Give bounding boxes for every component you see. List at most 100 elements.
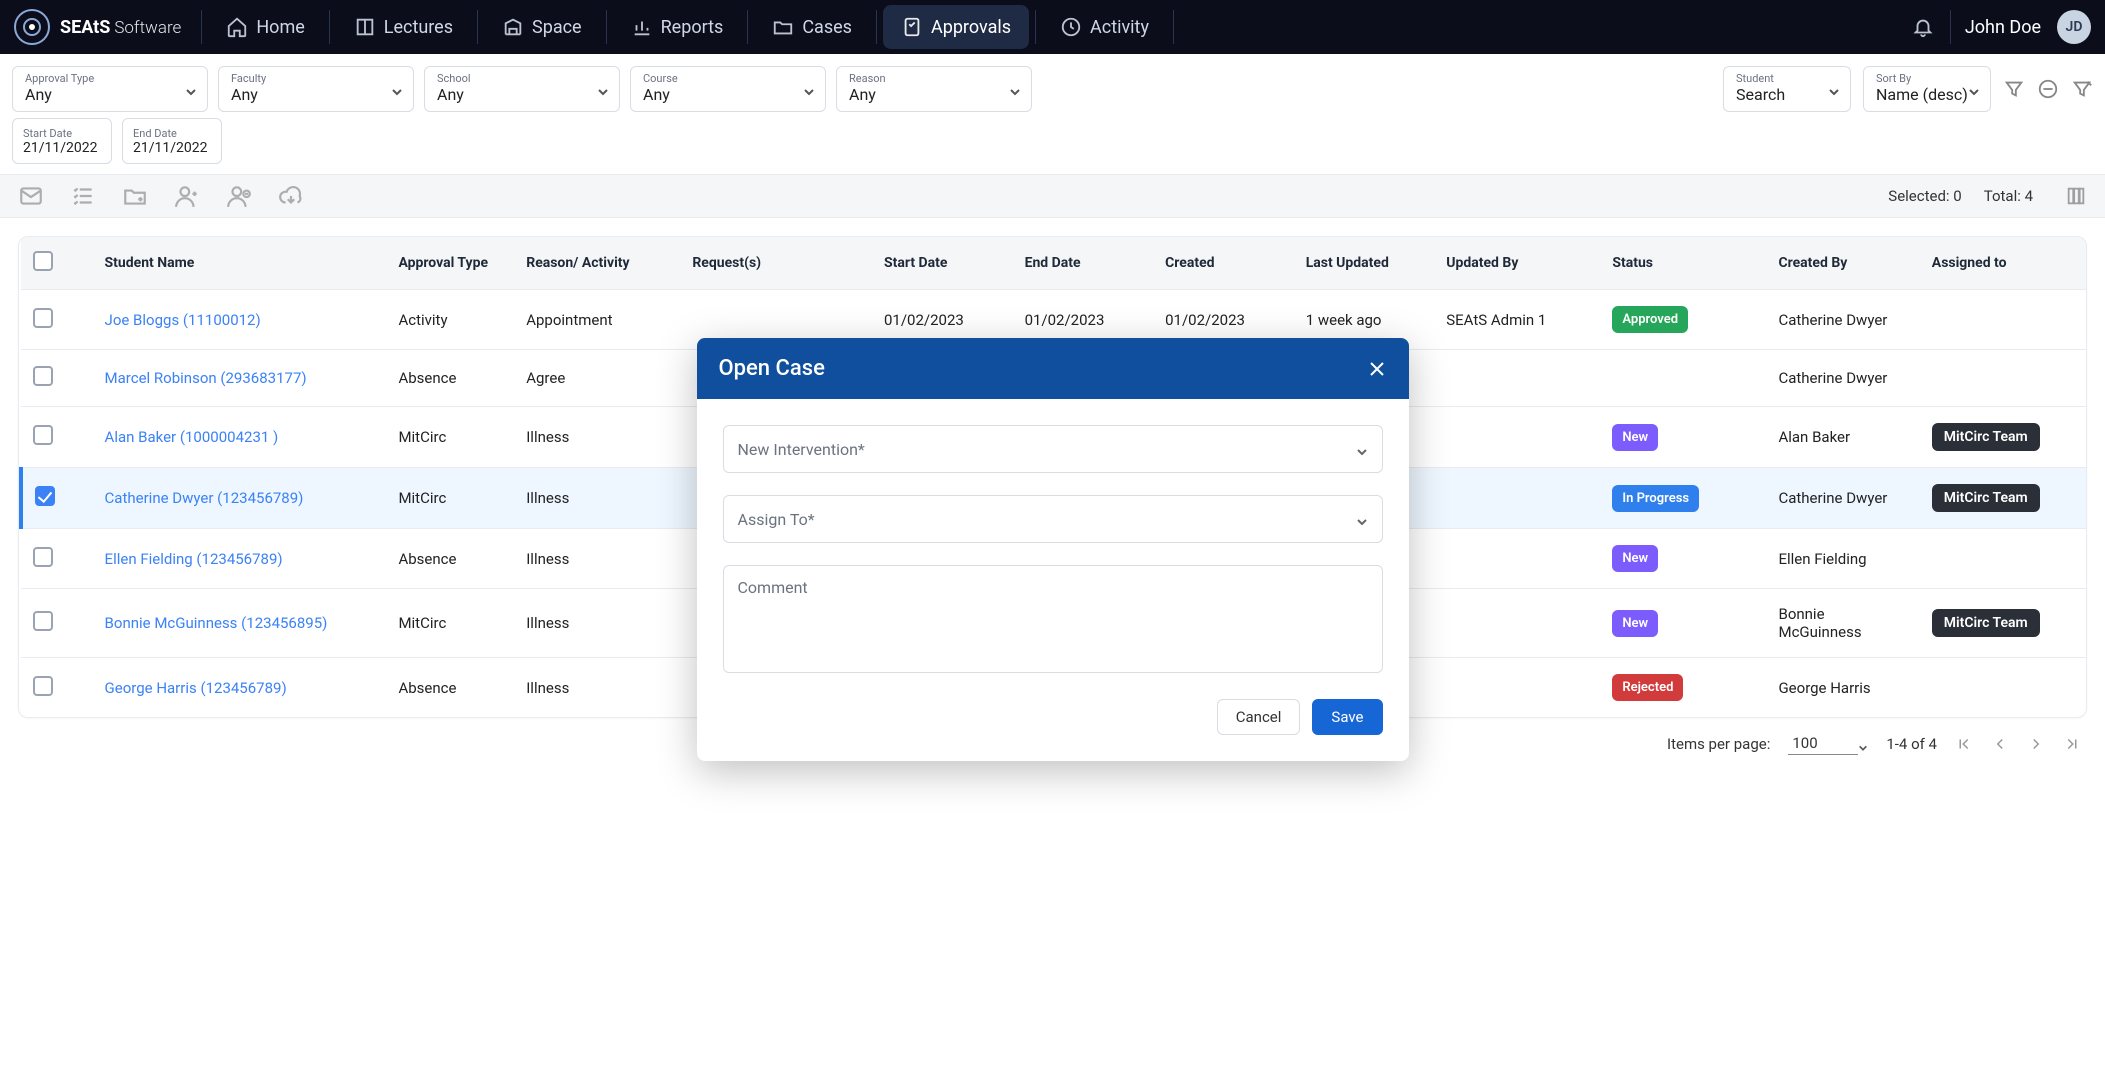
nav-activity[interactable]: Activity [1042,5,1167,49]
cell-updated-by: SEAtS Admin 1 [1434,290,1600,350]
student-link[interactable]: Bonnie McGuinness (123456895) [105,614,328,632]
cell-assigned-to: MitCirc Team [1920,589,2086,658]
th-student[interactable]: Student Name [93,237,387,290]
row-checkbox[interactable] [33,366,53,386]
nav-label: Reports [661,17,724,38]
cloud-download-icon[interactable] [278,183,304,209]
top-nav: SEAtSSoftware Home Lectures Space Report… [0,0,2105,54]
th-created-by[interactable]: Created By [1766,237,1919,290]
status-badge: In Progress [1612,485,1699,512]
cell-created-by: Catherine Dwyer [1766,350,1919,407]
nav-divider [477,10,478,44]
more-filters-icon[interactable] [2071,78,2093,100]
row-checkbox[interactable] [33,425,53,445]
cell-updated-by [1434,407,1600,468]
filter-end-date[interactable]: End Date 21/11/2022 [122,118,222,164]
th-approval-type[interactable]: Approval Type [386,237,514,290]
modal-body: New Intervention* Assign To* Comment [697,399,1409,699]
student-link[interactable]: George Harris (123456789) [105,679,287,697]
filter-course[interactable]: Course Any [630,66,826,112]
close-icon[interactable] [1367,359,1387,379]
checklist-icon[interactable] [70,183,96,209]
clear-filter-icon[interactable] [2037,78,2059,100]
th-created[interactable]: Created [1153,237,1294,290]
nav-home[interactable]: Home [208,5,322,49]
filter-icon[interactable] [2003,78,2025,100]
page-next-icon[interactable] [2027,735,2045,753]
filter-reason[interactable]: Reason Any [836,66,1032,112]
team-chip: MitCirc Team [1932,423,2040,451]
nav-label: Home [256,17,304,38]
filter-value: Any [849,85,1019,105]
user-remove-icon[interactable] [226,183,252,209]
row-checkbox[interactable] [33,308,53,328]
filter-faculty[interactable]: Faculty Any [218,66,414,112]
chevron-down-icon [1828,83,1840,95]
nav-space[interactable]: Space [484,5,600,49]
nav-approvals[interactable]: Approvals [883,5,1029,49]
row-checkbox[interactable] [33,611,53,631]
cell-reason: Appointment [514,290,680,350]
page-prev-icon[interactable] [1991,735,2009,753]
avatar[interactable]: JD [2057,10,2091,44]
nav-reports[interactable]: Reports [613,5,742,49]
th-assigned-to[interactable]: Assigned to [1920,237,2086,290]
nav-divider [1173,10,1174,44]
save-button[interactable]: Save [1312,699,1382,735]
chevron-down-icon [803,83,815,95]
student-link[interactable]: Ellen Fielding (123456789) [105,550,283,568]
filter-label: Reason [849,73,1019,85]
user-name[interactable]: John Doe [1965,17,2041,38]
mail-icon[interactable] [18,183,44,209]
intervention-select[interactable]: New Intervention* [723,425,1383,473]
select-all-checkbox[interactable] [33,251,53,271]
chart-icon [631,16,653,38]
th-requests[interactable]: Request(s) [680,237,872,290]
assign-to-select[interactable]: Assign To* [723,495,1383,543]
filter-sort[interactable]: Sort By Name (desc) [1863,66,1991,112]
chevron-down-icon [597,83,609,95]
filter-approval-type[interactable]: Approval Type Any [12,66,208,112]
columns-icon[interactable] [2065,185,2087,207]
notifications-icon[interactable] [1912,16,1934,38]
filter-school[interactable]: School Any [424,66,620,112]
filter-label: Course [643,73,813,85]
building-icon [502,16,524,38]
th-start[interactable]: Start Date [872,237,1013,290]
folder-add-icon[interactable] [122,183,148,209]
row-checkbox[interactable] [33,547,53,567]
student-link[interactable]: Catherine Dwyer (123456789) [105,489,304,507]
th-updated-by[interactable]: Updated By [1434,237,1600,290]
filter-value: Any [643,85,813,105]
items-per-page-select[interactable]: 100 [1788,732,1858,755]
page-last-icon[interactable] [2063,735,2081,753]
filter-start-date[interactable]: Start Date 21/11/2022 [12,118,112,164]
filter-value: Any [25,85,195,105]
filter-value: Any [231,85,401,105]
row-checkbox[interactable] [33,676,53,696]
items-per-page-label: Items per page: [1667,735,1770,753]
th-status[interactable]: Status [1600,237,1766,290]
student-link[interactable]: Joe Bloggs (11100012) [105,311,261,329]
modal-title: Open Case [719,356,825,381]
page-first-icon[interactable] [1955,735,1973,753]
filter-search[interactable]: Student Search [1723,66,1851,112]
nav-divider [876,10,877,44]
student-link[interactable]: Alan Baker (1000004231 ) [105,428,279,446]
cell-assigned-to [1920,350,2086,407]
cancel-button[interactable]: Cancel [1217,699,1301,735]
th-last-updated[interactable]: Last Updated [1294,237,1435,290]
cell-reason: Illness [514,589,680,658]
comment-textarea[interactable]: Comment [723,565,1383,673]
modal-footer: Cancel Save [697,699,1409,761]
th-reason[interactable]: Reason/ Activity [514,237,680,290]
student-link[interactable]: Marcel Robinson (293683177) [105,369,307,387]
row-checkbox[interactable] [35,486,55,506]
th-end[interactable]: End Date [1013,237,1154,290]
nav-cases[interactable]: Cases [754,5,870,49]
status-badge: Rejected [1612,674,1683,701]
user-add-icon[interactable] [174,183,200,209]
nav-lectures[interactable]: Lectures [336,5,471,49]
team-chip: MitCirc Team [1932,609,2040,637]
filter-label: Sort By [1876,73,1978,85]
